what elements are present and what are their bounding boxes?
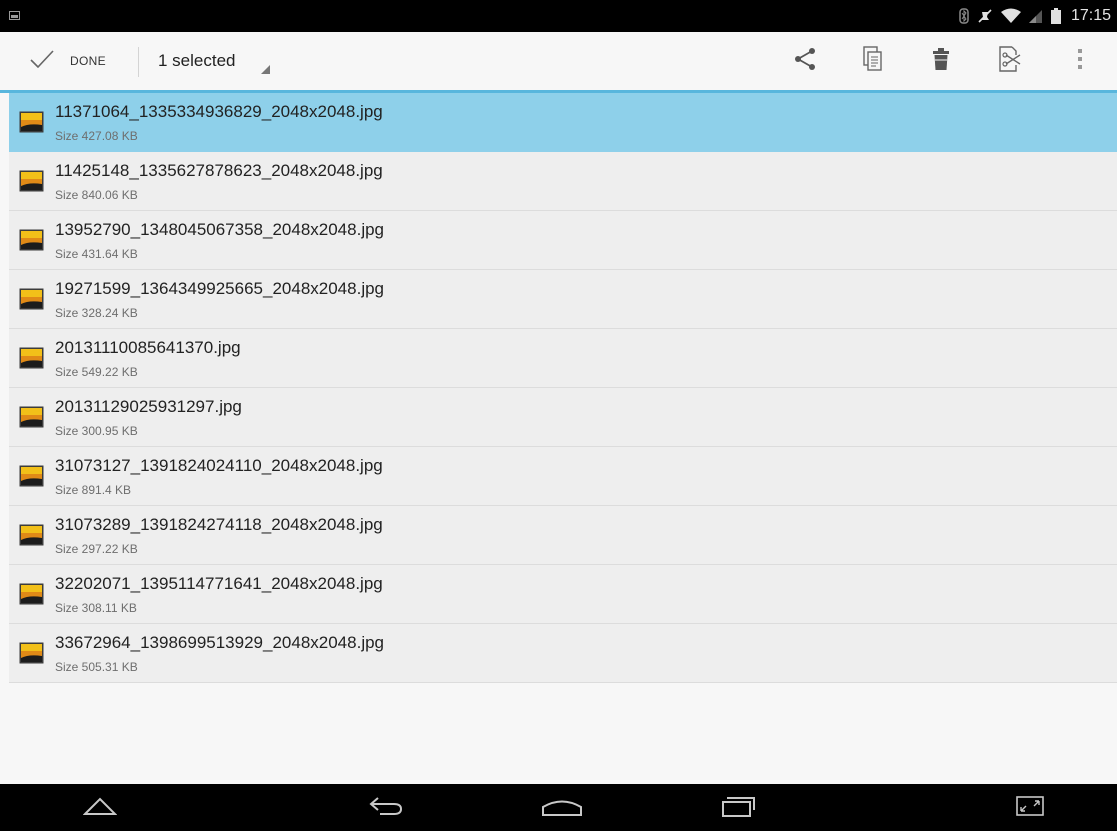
share-icon — [793, 47, 817, 75]
dropdown-indicator-icon — [261, 65, 270, 74]
image-file-icon — [19, 465, 44, 487]
divider — [138, 47, 139, 77]
recent-apps-icon — [720, 794, 756, 822]
file-list-item[interactable]: 32202071_1395114771641_2048x2048.jpg Size… — [9, 565, 1117, 624]
file-name: 32202071_1395114771641_2048x2048.jpg — [55, 574, 383, 593]
file-list-item[interactable]: 19271599_1364349925665_2048x2048.jpg Size… — [9, 270, 1117, 329]
signal-icon — [1028, 8, 1043, 24]
overflow-menu-button[interactable] — [1052, 32, 1108, 90]
file-list-item[interactable]: 20131129025931297.jpg Size 300.95 KB — [9, 388, 1117, 447]
image-file-icon — [19, 111, 44, 133]
file-name: 11425148_1335627878623_2048x2048.jpg — [55, 161, 383, 180]
recent-apps-button[interactable] — [703, 784, 773, 831]
clock: 17:15 — [1070, 7, 1111, 24]
delete-button[interactable] — [913, 32, 969, 90]
back-button[interactable] — [65, 784, 135, 831]
file-list-item[interactable]: 11425148_1335627878623_2048x2048.jpg Size… — [9, 152, 1117, 211]
fullscreen-icon — [1015, 795, 1045, 821]
navigation-bar — [0, 784, 1117, 831]
file-name: 31073289_1391824274118_2048x2048.jpg — [55, 515, 383, 534]
wifi-icon — [1000, 8, 1021, 24]
file-list-item[interactable]: 31073127_1391824024110_2048x2048.jpg Size… — [9, 447, 1117, 506]
file-list-item[interactable]: 13952790_1348045067358_2048x2048.jpg Size… — [9, 211, 1117, 270]
image-file-icon — [19, 524, 44, 546]
screenshot-icon — [9, 11, 20, 20]
overflow-menu-icon — [1077, 47, 1083, 75]
return-icon — [368, 795, 404, 821]
battery-icon — [1050, 8, 1061, 24]
image-file-icon — [19, 170, 44, 192]
done-label: DONE — [70, 54, 106, 68]
back-icon — [82, 796, 118, 820]
bluetooth-icon — [959, 8, 969, 24]
file-list: 11371064_1335334936829_2048x2048.jpg Size… — [9, 93, 1117, 683]
file-size: Size 505.31 KB — [55, 660, 138, 674]
file-name: 19271599_1364349925665_2048x2048.jpg — [55, 279, 385, 298]
file-name: 11371064_1335334936829_2048x2048.jpg — [55, 102, 383, 121]
file-name: 20131110085641370.jpg — [55, 338, 241, 357]
mute-icon — [977, 8, 993, 24]
home-button[interactable] — [527, 784, 597, 831]
file-size: Size 891.4 KB — [55, 483, 132, 497]
checkmark-icon — [30, 50, 54, 72]
delete-icon — [932, 47, 950, 75]
file-list-item[interactable]: 11371064_1335334936829_2048x2048.jpg Size… — [9, 93, 1117, 152]
file-list-item[interactable]: 33672964_1398699513929_2048x2048.jpg Size… — [9, 624, 1117, 683]
file-list-item[interactable]: 31073289_1391824274118_2048x2048.jpg Size… — [9, 506, 1117, 565]
file-name: 31073127_1391824024110_2048x2048.jpg — [55, 456, 383, 475]
image-file-icon — [19, 406, 44, 428]
file-name: 20131129025931297.jpg — [55, 397, 242, 416]
copy-icon — [863, 46, 883, 76]
file-size: Size 308.11 KB — [55, 601, 137, 615]
fullscreen-button[interactable] — [995, 784, 1065, 831]
image-file-icon — [19, 642, 44, 664]
done-button[interactable]: DONE — [18, 32, 134, 90]
selection-dropdown[interactable]: 1 selected — [146, 32, 286, 90]
file-size: Size 840.06 KB — [55, 188, 138, 202]
file-size: Size 328.24 KB — [55, 306, 138, 320]
file-size: Size 427.08 KB — [55, 129, 138, 143]
cut-icon — [998, 46, 1022, 76]
image-file-icon — [19, 583, 44, 605]
status-bar: 17:15 — [0, 0, 1117, 32]
home-icon — [540, 795, 584, 821]
screen: 17:15 DONE 1 selected 11371064_133533493… — [0, 0, 1117, 831]
file-size: Size 297.22 KB — [55, 542, 138, 556]
contextual-action-bar: DONE 1 selected — [0, 32, 1117, 90]
file-name: 13952790_1348045067358_2048x2048.jpg — [55, 220, 385, 239]
return-button[interactable] — [351, 784, 421, 831]
file-size: Size 549.22 KB — [55, 365, 138, 379]
file-list-item[interactable]: 20131110085641370.jpg Size 549.22 KB — [9, 329, 1117, 388]
file-name: 33672964_1398699513929_2048x2048.jpg — [55, 633, 385, 652]
image-file-icon — [19, 347, 44, 369]
file-size: Size 431.64 KB — [55, 247, 138, 261]
cut-button[interactable] — [982, 32, 1038, 90]
image-file-icon — [19, 288, 44, 310]
share-button[interactable] — [777, 32, 833, 90]
image-file-icon — [19, 229, 44, 251]
copy-button[interactable] — [845, 32, 901, 90]
selection-count: 1 selected — [158, 51, 236, 70]
status-icons: 17:15 — [959, 0, 1111, 32]
file-size: Size 300.95 KB — [55, 424, 138, 438]
